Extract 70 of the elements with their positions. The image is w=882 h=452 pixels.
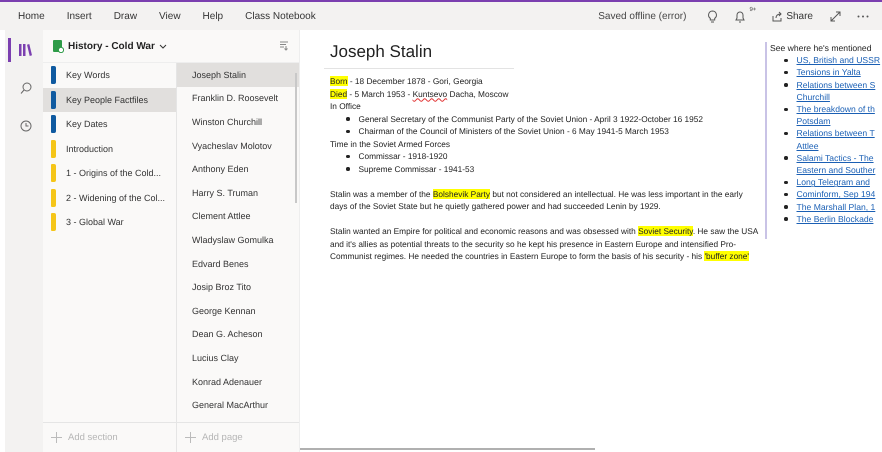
mentions-heading: See where he's mentioned: [770, 42, 872, 54]
plus-icon: [51, 432, 62, 443]
note-line: Time in the Soviet Armed Forces: [330, 138, 452, 150]
chevron-icon[interactable]: [158, 44, 167, 48]
section-item[interactable]: Key Words: [43, 63, 176, 88]
page-item[interactable]: Edvard Benes: [177, 252, 299, 276]
page-link[interactable]: Salami Tactics - The Eastern and Souther: [796, 152, 876, 176]
menu-item[interactable]: View: [149, 10, 191, 22]
page-item[interactable]: Vyacheslav Molotov: [177, 134, 299, 158]
page-link[interactable]: Relations between S Churchill: [796, 78, 876, 104]
section-item[interactable]: Key People Factfiles: [43, 88, 176, 112]
share-icon: [772, 10, 784, 22]
page-item[interactable]: Dean G. Acheson: [177, 322, 299, 346]
note-line: In Office: [330, 100, 362, 112]
page-item[interactable]: Lucius Clay: [177, 346, 299, 370]
bullet-text: Supreme Commissar - 1941-53: [358, 162, 474, 175]
menu-item[interactable]: Help: [192, 10, 234, 22]
page-item[interactable]: Franklin D. Roosevelt: [177, 86, 299, 110]
paragraph: Stalin wanted an Empire for political and economic reasons and was obsessed with Soviet Security. He saw the USA and it's allies as potential threats to the security so he kept his presence in Eastern Europe and intensified Pro-Communist regimes. He needed the countries in Eastern Europe to form the basis of his security - his 'buffer zone': [330, 225, 758, 262]
expand-icon[interactable]: [830, 10, 841, 22]
section-item[interactable]: 1 - Origins of the Cold...: [43, 161, 176, 186]
page-link[interactable]: Long Telegram and: [796, 176, 870, 188]
section-item[interactable]: Introduction: [43, 136, 176, 161]
section-item[interactable]: Key Dates: [43, 112, 176, 136]
page-item[interactable]: General MacArthur: [177, 393, 299, 417]
section-label: 2 - Widening of the Col...: [66, 192, 166, 203]
section-label: 3 - Global War: [66, 217, 124, 228]
page-item[interactable]: Wladyslaw Gomulka: [177, 228, 299, 252]
section-label: Key Dates: [66, 119, 108, 130]
plus-icon: [185, 432, 196, 443]
page-link[interactable]: The breakdown of th Potsdam: [796, 103, 875, 128]
notebook-icon: [53, 40, 64, 52]
page-link[interactable]: US, British and USSR: [796, 54, 880, 66]
bullet-text: Chairman of the Council of Ministers of the Soviet Union - 6 May 1941-5 March 1953: [358, 125, 669, 138]
menu-item[interactable]: Insert: [56, 10, 102, 22]
page-item[interactable]: Anthony Eden: [177, 157, 299, 181]
page-item[interactable]: Josip Broz Tito: [177, 275, 299, 299]
bullet-text: General Secretary of the Communist Party of the Soviet Union - April 3 1922-October 16 1952: [358, 112, 703, 125]
page-item[interactable]: Joseph Stalin: [177, 63, 299, 87]
page-link[interactable]: Cominform, Sep 194: [796, 188, 876, 201]
notebook-title[interactable]: History - Cold War: [68, 40, 155, 52]
page-item[interactable]: Harry S. Truman: [177, 180, 299, 205]
menu-item[interactable]: Home: [8, 10, 55, 22]
page-link[interactable]: The Berlin Blockade: [796, 212, 874, 226]
menu-item[interactable]: Draw: [104, 10, 148, 22]
more-icon[interactable]: [857, 14, 869, 18]
section-label: Introduction: [66, 144, 114, 154]
page-item[interactable]: George Kennan: [177, 298, 299, 323]
page-link[interactable]: Tensions in Yalta: [796, 66, 861, 79]
sort-icon[interactable]: [279, 41, 289, 51]
bell-icon[interactable]: [734, 10, 746, 22]
menu-item[interactable]: Class Notebook: [235, 10, 326, 22]
page-link[interactable]: The Marshall Plan, 1: [796, 200, 876, 213]
note-line: Born - 18 December 1878 - Gori, Georgia: [330, 75, 484, 88]
section-label: 1 - Origins of the Cold...: [66, 168, 162, 178]
section-item[interactable]: 2 - Widening of the Col...: [43, 186, 176, 210]
page-link[interactable]: Relations between T Attlee: [796, 127, 875, 152]
sync-status: Saved offline (error): [598, 10, 686, 22]
page-item[interactable]: Winston Churchill: [177, 110, 299, 134]
paragraph: Stalin was a member of the Bolshevik Party but not considered an intellectual. He was less important in the early days of the Soviet State but he quietly gathered power and had succeeded Lenin by 1929.: [330, 188, 744, 212]
share-button[interactable]: Share: [772, 10, 813, 22]
note-line: Died - 5 March 1953 - Kuntsevo Dacha, Moscow: [330, 88, 510, 100]
bullet-text: Commissar - 1918-1920: [358, 150, 448, 162]
page-title: Joseph Stalin: [324, 42, 514, 69]
section-label: Key People Factfiles: [66, 94, 148, 105]
section-item[interactable]: 3 - Global War: [43, 210, 176, 234]
page-item[interactable]: Clement Attlee: [177, 204, 299, 228]
section-label: Key Words: [66, 70, 110, 80]
page-item[interactable]: Konrad Adenauer: [177, 370, 299, 394]
lightbulb-icon[interactable]: [707, 10, 718, 22]
